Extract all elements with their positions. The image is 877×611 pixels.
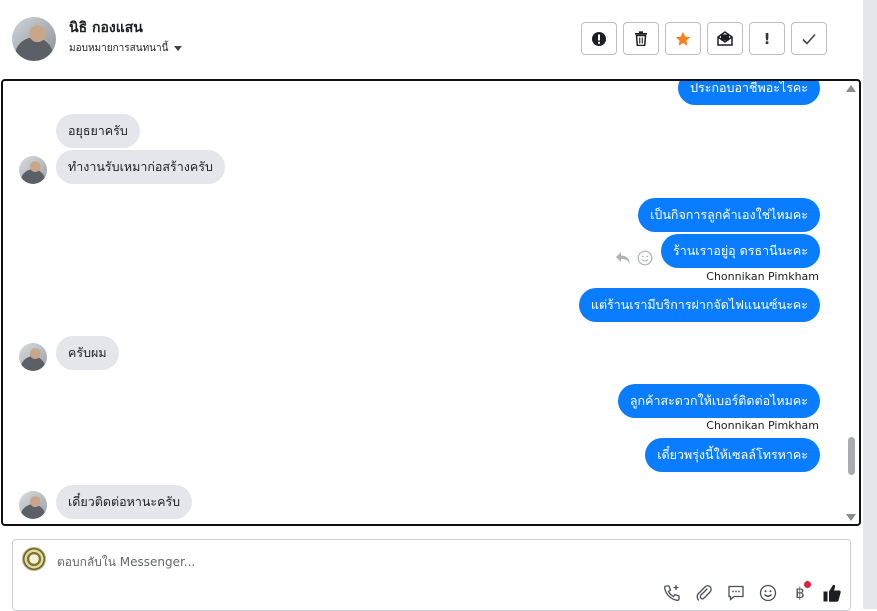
sender-label: Chonnikan Pimkham: [706, 419, 819, 432]
sender-avatar[interactable]: [19, 491, 47, 519]
sender-avatar[interactable]: [19, 156, 47, 184]
message-bubble-outgoing[interactable]: ลูกค้าสะดวกให้เบอร์ติดต่อไหมคะ: [617, 384, 820, 418]
assign-label: มอบหมายการสนทนานี้: [69, 43, 169, 54]
spam-icon: [592, 31, 606, 46]
star-icon: [675, 31, 691, 46]
mark-unread-icon: [717, 31, 733, 46]
emoji-icon[interactable]: [757, 582, 779, 604]
mark-spam-button[interactable]: [581, 22, 617, 55]
reply-icon[interactable]: [615, 251, 631, 265]
follow-up-icon: !: [763, 29, 771, 48]
attachment-icon[interactable]: [693, 582, 715, 604]
right-panel-strip: [863, 0, 877, 609]
message-bubble-outgoing[interactable]: เป็นกิจการลูกค้าเองใช่ไหมคะ: [638, 198, 820, 232]
sender-avatar[interactable]: [19, 343, 47, 371]
like-icon[interactable]: [821, 582, 843, 604]
call-add-icon[interactable]: [661, 582, 683, 604]
message-thread[interactable]: ประกอบอาชีพอะไรคะ อยุธยาครับ ทำงานรับเหม…: [1, 79, 861, 526]
conversation-toolbar: !: [581, 22, 827, 55]
contact-name[interactable]: นิธิ กองแสน: [69, 17, 143, 39]
reply-composer[interactable]: ตอบกลับใน Messenger... ฿: [12, 539, 851, 611]
message-hover-actions: [615, 250, 653, 266]
saved-reply-icon[interactable]: [725, 582, 747, 604]
scroll-down-arrow[interactable]: [846, 514, 856, 521]
message-bubble-incoming[interactable]: ครับผม: [56, 336, 119, 370]
message-bubble-outgoing[interactable]: ร้านเราอยู่อุ ดรธานีนะคะ: [661, 234, 820, 268]
react-emoji-icon[interactable]: [637, 250, 653, 266]
message-bubble-incoming[interactable]: อยุธยาครับ: [56, 114, 140, 148]
message-bubble-incoming[interactable]: ทำงานรับเหมาก่อสร้างครับ: [56, 150, 225, 184]
mark-unread-button[interactable]: [707, 22, 743, 55]
scroll-up-arrow[interactable]: [846, 85, 856, 92]
assign-conversation-dropdown[interactable]: มอบหมายการสนทนานี้: [69, 41, 183, 56]
message-bubble-incoming[interactable]: เดี๋ยวติดต่อหานะครับ: [56, 485, 193, 519]
composer-toolbar: ฿: [661, 581, 843, 604]
scrollbar-thumb[interactable]: [848, 437, 855, 475]
notification-dot: [804, 581, 811, 588]
mark-done-button[interactable]: [791, 22, 827, 55]
message-bubble-outgoing[interactable]: แต่ร้านเรามีบริการฝากจัดไฟแนนซ์นะคะ: [578, 288, 820, 322]
reply-input[interactable]: ตอบกลับใน Messenger...: [57, 553, 195, 572]
message-bubble-outgoing[interactable]: เดี๋ยวพรุ่งนี้ให้เซลล์โทรหาคะ: [645, 438, 820, 472]
contact-avatar[interactable]: [12, 17, 56, 61]
conversation-header: นิธิ กองแสน มอบหมายการสนทนานี้ !: [0, 0, 863, 78]
baht-payment-icon[interactable]: ฿: [789, 581, 811, 604]
page-logo-avatar: [22, 547, 46, 571]
sender-label: Chonnikan Pimkham: [706, 270, 819, 283]
follow-up-button[interactable]: !: [749, 22, 785, 55]
message-bubble-outgoing[interactable]: ประกอบอาชีพอะไรคะ: [678, 81, 820, 105]
done-check-icon: [802, 33, 816, 45]
delete-button[interactable]: [623, 22, 659, 55]
caret-down-icon: [174, 46, 183, 51]
star-button[interactable]: [665, 22, 701, 55]
trash-icon: [635, 31, 647, 46]
